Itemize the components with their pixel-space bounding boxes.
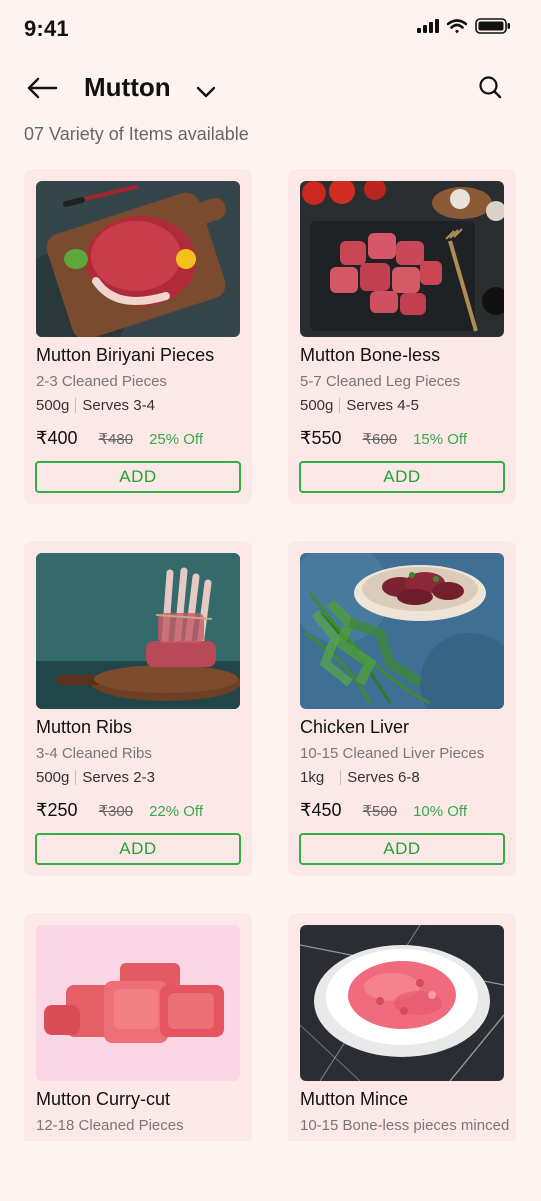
product-meta: 1kg Serves 6-8: [300, 769, 510, 786]
meta-divider: [339, 398, 341, 413]
search-button[interactable]: [473, 72, 507, 106]
category-dropdown-button[interactable]: [192, 80, 220, 108]
chevron-down-icon: [196, 85, 216, 103]
product-description: 5-7 Cleaned Leg Pieces: [300, 373, 461, 390]
meta-divider: [75, 398, 77, 413]
product-serves: Serves 2-3: [82, 769, 155, 786]
add-button[interactable]: ADD: [299, 461, 505, 493]
items-count-subtitle: 07 Variety of Items available: [24, 124, 249, 144]
arrow-left-icon: [26, 76, 58, 105]
product-old-price: ₹300: [98, 803, 134, 820]
product-name: Mutton Bone-less: [300, 345, 441, 365]
product-serves: Serves 6-8: [347, 769, 420, 786]
product-discount: 15% Off: [413, 431, 467, 448]
product-price: ₹550: [300, 428, 342, 448]
wifi-icon: [446, 18, 468, 39]
cellular-signal-icon: [417, 19, 439, 38]
meta-divider: [340, 770, 342, 785]
product-name: Mutton Mince: [300, 1089, 409, 1109]
product-name: Mutton Curry-cut: [36, 1089, 171, 1109]
page-title: Mutton: [84, 72, 171, 102]
product-discount: 10% Off: [413, 803, 467, 820]
product-discount: 22% Off: [149, 803, 203, 820]
product-old-price: ₹600: [362, 431, 398, 448]
product-description: 12-18 Cleaned Pieces: [36, 1117, 184, 1134]
product-description: 2-3 Cleaned Pieces: [36, 373, 167, 390]
price-row: ₹400 ₹480 25% Off: [36, 428, 246, 449]
meta-divider: [75, 770, 77, 785]
add-button[interactable]: ADD: [35, 461, 241, 493]
header: Mutton: [0, 60, 541, 120]
product-weight: 500g: [36, 397, 70, 414]
product-card[interactable]: Mutton Curry-cut 12-18 Cleaned Pieces: [24, 913, 252, 1141]
add-button[interactable]: ADD: [35, 833, 241, 865]
product-discount: 25% Off: [149, 431, 203, 448]
price-row: ₹550 ₹600 15% Off: [300, 428, 510, 449]
product-price: ₹450: [300, 800, 342, 820]
search-icon: [478, 75, 502, 104]
product-weight: 1kg: [300, 769, 325, 786]
product-description: 10-15 Bone-less pieces minced: [300, 1117, 510, 1134]
product-old-price: ₹480: [98, 431, 134, 448]
minced-meat-plate-image: [300, 925, 504, 1081]
product-card[interactable]: Chicken Liver 10-15 Cleaned Liver Pieces…: [288, 541, 516, 876]
product-name: Mutton Ribs: [36, 717, 133, 737]
product-description: 10-15 Cleaned Liver Pieces: [300, 745, 485, 762]
product-serves: Serves 3-4: [82, 397, 155, 414]
mutton-leg-board-image: [36, 181, 240, 337]
status-bar: 9:41: [0, 0, 541, 60]
product-price: ₹250: [36, 800, 78, 820]
status-time: 9:41: [24, 16, 69, 41]
product-meta: 500g Serves 2-3: [36, 769, 246, 786]
rack-of-ribs-image: [36, 553, 240, 709]
status-icons: [417, 18, 511, 39]
product-description: 3-4 Cleaned Ribs: [36, 745, 152, 762]
product-grid: Mutton Biriyani Pieces 2-3 Cleaned Piece…: [24, 169, 516, 1141]
product-old-price: ₹500: [362, 803, 398, 820]
price-row: ₹250 ₹300 22% Off: [36, 800, 246, 821]
product-name: Chicken Liver: [300, 717, 410, 737]
product-weight: 500g: [36, 769, 70, 786]
product-card[interactable]: Mutton Ribs 3-4 Cleaned Ribs 500g Serves…: [24, 541, 252, 876]
back-button[interactable]: [24, 72, 60, 108]
product-price: ₹400: [36, 428, 78, 448]
product-serves: Serves 4-5: [346, 397, 419, 414]
product-card[interactable]: Mutton Bone-less 5-7 Cleaned Leg Pieces …: [288, 169, 516, 504]
boneless-cubes-slate-image: [300, 181, 504, 337]
product-meta: 500g Serves 4-5: [300, 397, 510, 414]
price-row: ₹450 ₹500 10% Off: [300, 800, 510, 821]
product-meta: 500g Serves 3-4: [36, 397, 246, 414]
product-card[interactable]: Mutton Mince 10-15 Bone-less pieces minc…: [288, 913, 516, 1141]
product-card[interactable]: Mutton Biriyani Pieces 2-3 Cleaned Piece…: [24, 169, 252, 504]
product-weight: 500g: [300, 397, 334, 414]
battery-icon: [475, 18, 511, 39]
liver-bowl-dill-image: [300, 553, 504, 709]
curry-cut-chunks-image: [36, 925, 240, 1081]
add-button[interactable]: ADD: [299, 833, 505, 865]
product-name: Mutton Biriyani Pieces: [36, 345, 215, 365]
